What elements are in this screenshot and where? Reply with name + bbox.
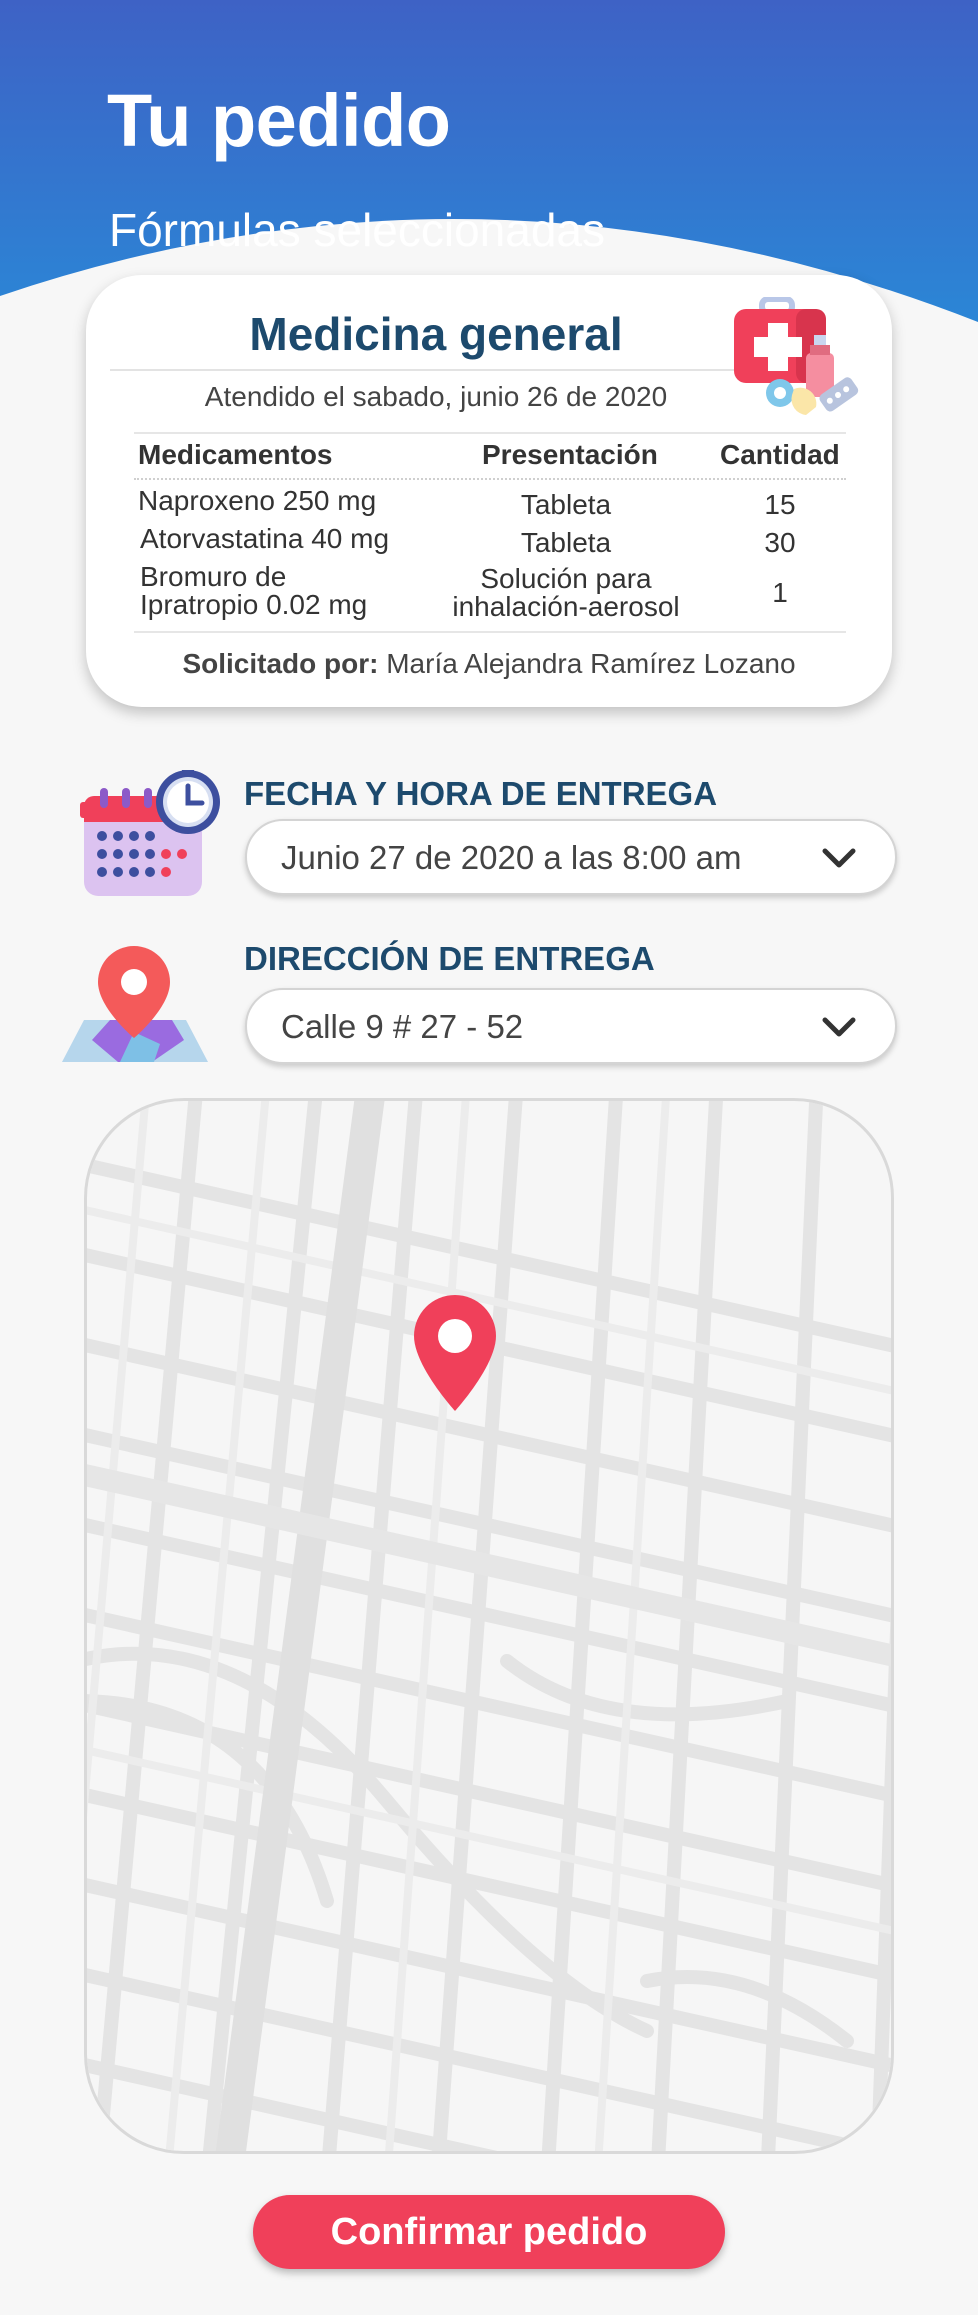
row-2-presentation: Tableta: [520, 527, 612, 558]
delivery-address-label: DIRECCIÓN DE ENTREGA: [244, 940, 655, 977]
delivery-time-label: FECHA Y HORA DE ENTREGA: [244, 775, 718, 812]
page-subtitle: Fórmulas seleccionadas: [109, 204, 606, 256]
delivery-time-value: Junio 27 de 2020 a las 8:00 am: [281, 839, 742, 876]
chevron-down-icon: [822, 1017, 856, 1037]
divider: [134, 478, 846, 480]
row-3-presentation-line2: inhalación-aerosol: [452, 591, 680, 622]
attended-date: Atendido el sabado, junio 26 de 2020: [204, 381, 668, 412]
divider: [134, 432, 846, 434]
requested-by-name: María Alejandra Ramírez Lozano: [378, 648, 796, 679]
divider: [110, 369, 786, 371]
order-summary-card: Medicina general Atendido el sabado, jun…: [86, 275, 892, 707]
confirm-order-button[interactable]: Confirmar pedido: [253, 2195, 725, 2269]
requested-by-label: Solicitado por:: [182, 648, 379, 679]
column-header-presentation: Presentación: [482, 439, 658, 470]
row-1-presentation: Tableta: [520, 489, 612, 520]
row-3-medicine-line2: Ipratropio 0.02 mg: [140, 589, 368, 620]
chevron-down-icon: [822, 848, 856, 868]
calendar-clock-icon: [80, 770, 220, 896]
delivery-map[interactable]: [84, 1098, 894, 2154]
row-2-quantity: 30: [764, 527, 796, 558]
row-3-presentation-line1: Solución para: [480, 563, 652, 594]
first-aid-kit-icon: [734, 297, 859, 415]
map-location-pin-icon: [414, 1295, 496, 1411]
requested-by: Solicitado por: María Alejandra Ramírez …: [86, 648, 892, 680]
row-2-medicine: Atorvastatina 40 mg: [140, 523, 390, 554]
column-header-medicines: Medicamentos: [138, 439, 333, 470]
specialty-title: Medicina general: [249, 308, 623, 360]
map-streets: [87, 1101, 891, 2151]
row-1-medicine: Naproxeno 250 mg: [138, 485, 377, 516]
column-header-quantity: Cantidad: [720, 439, 840, 470]
delivery-address-value: Calle 9 # 27 - 52: [281, 1008, 524, 1045]
row-3-medicine-line1: Bromuro de: [140, 561, 287, 592]
delivery-time-select[interactable]: Junio 27 de 2020 a las 8:00 am: [245, 819, 897, 895]
divider: [134, 631, 846, 633]
location-pin-map-icon: [62, 946, 208, 1062]
page-title: Tu pedido: [107, 79, 451, 162]
row-3-quantity: 1: [772, 577, 788, 608]
row-1-quantity: 15: [764, 489, 796, 520]
delivery-address-select[interactable]: Calle 9 # 27 - 52: [245, 988, 897, 1064]
